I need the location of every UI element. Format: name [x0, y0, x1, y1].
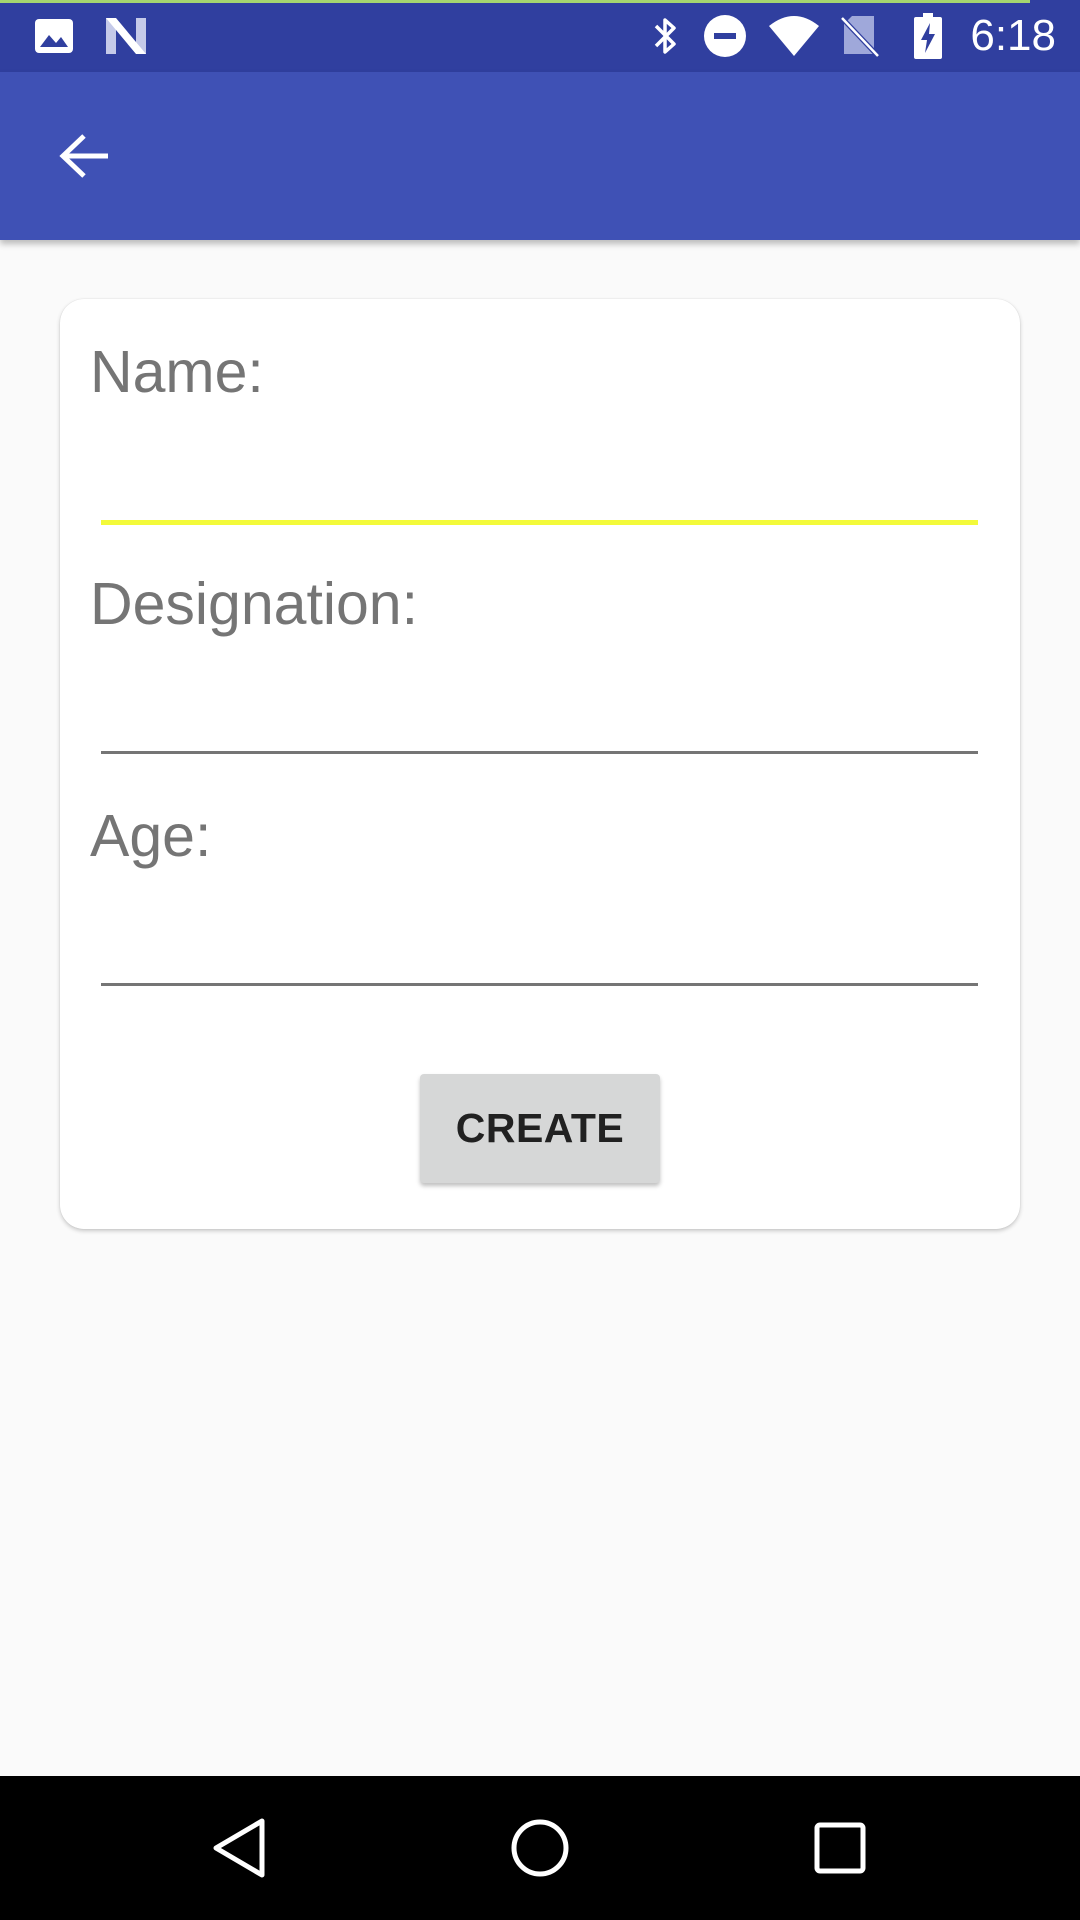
name-input[interactable] [101, 441, 978, 517]
nav-home-button[interactable] [500, 1808, 580, 1888]
employee-form-card: Name: Designation: Age: CREATE [60, 299, 1020, 1229]
name-label: Name: [90, 339, 264, 405]
designation-input-underline [101, 751, 978, 754]
nav-recents-button[interactable] [800, 1808, 880, 1888]
wifi-icon [766, 14, 822, 58]
arrow-back-icon [58, 132, 110, 180]
designation-label: Designation: [90, 571, 418, 637]
age-input[interactable] [101, 905, 978, 981]
age-label: Age: [90, 803, 212, 869]
status-bar: 6:18 [0, 0, 1080, 72]
status-time: 6:18 [970, 11, 1056, 60]
navigation-bar [0, 1776, 1080, 1920]
back-button[interactable] [36, 108, 132, 204]
back-triangle-icon [210, 1817, 270, 1879]
recents-square-icon [813, 1821, 867, 1875]
battery-charging-icon [910, 13, 946, 59]
home-circle-icon [510, 1818, 570, 1878]
name-input-underline [101, 520, 978, 525]
nav-back-button[interactable] [200, 1808, 280, 1888]
create-button[interactable]: CREATE [420, 1074, 660, 1183]
do-not-disturb-icon [702, 14, 748, 58]
no-sim-icon [838, 14, 882, 58]
bluetooth-icon [648, 14, 684, 58]
age-input-underline [101, 983, 978, 986]
image-icon [32, 14, 76, 58]
n-logo-icon [102, 14, 150, 58]
designation-input[interactable] [101, 673, 978, 749]
app-bar [0, 72, 1080, 240]
status-progress-line [0, 0, 1030, 3]
